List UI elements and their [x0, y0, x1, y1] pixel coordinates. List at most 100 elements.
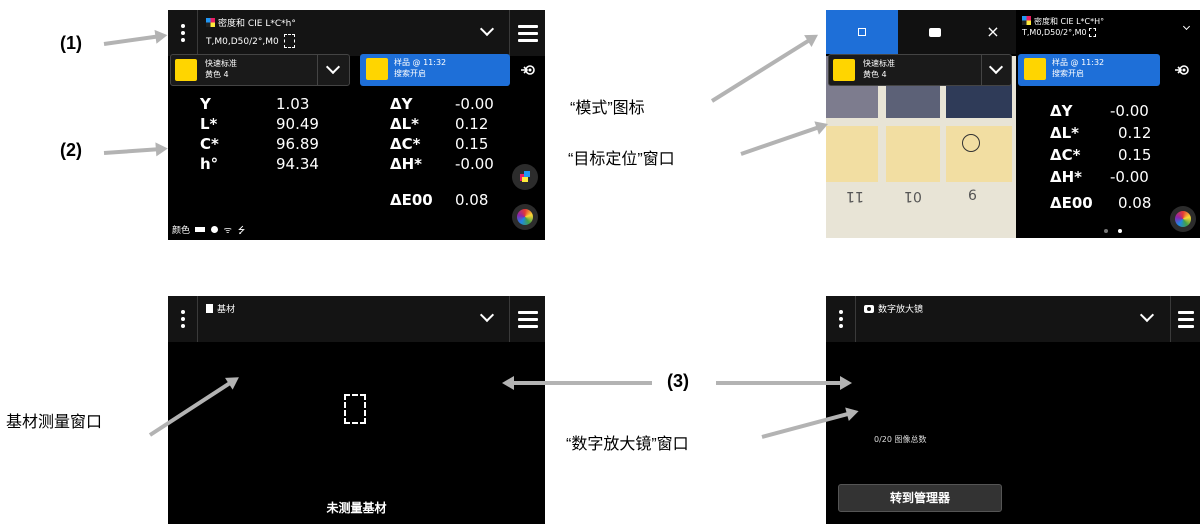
status-bar: 颜色 ᯤ ⭍ — [172, 223, 245, 239]
mode-title: 基材 — [206, 302, 235, 315]
delta-y-value: -0.00 — [1110, 102, 1149, 120]
info-pane: 密度和 CIE L*C*H° T,M0,D50/2°,M0 样品 @ 11:32… — [1016, 10, 1200, 238]
color-wheel-button[interactable] — [512, 204, 538, 230]
delta-e00-label: ΔE00 — [1050, 194, 1093, 212]
more-menu-button[interactable] — [168, 10, 198, 56]
y-value: 1.03 — [276, 95, 310, 113]
image-count: 0/20 图像总数 — [874, 435, 927, 444]
sample-timestamp: 样品 @ 11:32 — [1052, 58, 1105, 67]
ruler-label-2: 01 — [904, 188, 922, 204]
delta-l-label: ΔL* — [1050, 124, 1080, 142]
substrate-placeholder-icon — [344, 394, 366, 424]
delta-h-label: ΔH* — [1050, 168, 1083, 186]
measure-target-icon[interactable] — [520, 62, 536, 78]
substrate-mode-icon — [206, 304, 213, 313]
go-to-manager-button[interactable]: 转到管理器 — [838, 484, 1002, 512]
measurement-conditions: T,M0,D50/2°,M0 — [1022, 28, 1097, 37]
delta-e00-label: ΔE00 — [390, 191, 433, 209]
delta-e00-value: 0.08 — [1118, 194, 1152, 212]
arrow-3-right — [716, 376, 852, 390]
sample-panel[interactable]: 样品 @ 11:32 搜索开启 — [360, 54, 510, 86]
arrow-1 — [103, 34, 158, 46]
color-wheel-button[interactable] — [1170, 206, 1196, 232]
target-mode-icon — [858, 28, 866, 36]
delta-l-value: 0.12 — [1118, 124, 1152, 142]
chevron-down-icon[interactable] — [479, 307, 495, 323]
arrow-2 — [103, 147, 159, 155]
main-menu-button[interactable] — [509, 296, 545, 342]
chevron-down-icon[interactable] — [479, 21, 495, 37]
main-menu-button[interactable] — [1170, 296, 1200, 342]
l-label: L* — [200, 115, 218, 133]
color-wheel-icon — [1175, 211, 1191, 227]
sample-color-swatch — [366, 58, 388, 80]
mode-title: 密度和 CIE L*C*H° — [1022, 16, 1104, 27]
standard-dropdown-button[interactable] — [317, 55, 349, 85]
mode-tab-camera[interactable] — [898, 10, 970, 54]
delta-c-label: ΔC* — [390, 135, 421, 153]
standard-panel[interactable]: 快速标准 黄色 4 — [170, 54, 350, 86]
delta-c-value: 0.15 — [455, 135, 489, 153]
substrate-icon — [283, 34, 295, 48]
sample-color-swatch — [1024, 58, 1046, 80]
sample-panel[interactable]: 样品 @ 11:32 搜索开启 — [1018, 54, 1160, 86]
top-bar: 数字放大镜 — [826, 296, 1200, 342]
yellow-patch-3 — [946, 126, 1012, 182]
substrate-status: 未测量基材 — [326, 501, 387, 515]
page-indicator — [1104, 218, 1123, 237]
density-mode-icon — [1022, 16, 1031, 25]
standard-dropdown-button[interactable] — [981, 55, 1011, 85]
sample-timestamp: 样品 @ 11:32 — [394, 58, 447, 67]
top-bar: 密度和 CIE L*C*h° T,M0,D50/2°,M0 — [168, 10, 545, 56]
delta-c-value: 0.15 — [1118, 146, 1152, 164]
delta-l-label: ΔL* — [390, 115, 420, 133]
close-button[interactable]: × — [970, 10, 1016, 54]
arrow-3-left — [502, 376, 652, 390]
chevron-down-icon[interactable] — [1182, 22, 1191, 31]
yellow-patch-2 — [886, 126, 940, 182]
chevron-down-icon[interactable] — [1139, 307, 1155, 323]
measure-target-icon[interactable] — [1174, 62, 1190, 78]
arrow-target-window — [740, 125, 820, 156]
standard-color-swatch — [833, 59, 855, 81]
sample-search-status: 搜索开启 — [1052, 69, 1084, 78]
color-wheel-icon — [517, 209, 533, 225]
more-menu-button[interactable] — [168, 296, 198, 342]
sample-search-status: 搜索开启 — [394, 69, 426, 78]
delta-l-value: 0.12 — [455, 115, 489, 133]
usb-icon: ⭍ — [237, 226, 246, 236]
wifi-icon: ᯤ — [223, 226, 232, 236]
substrate-icon — [1089, 28, 1097, 37]
ruler-label-3: 6 — [968, 188, 977, 204]
standard-name: 快速标准 — [863, 59, 895, 68]
screen-targeting: 11 01 6 × 快速标准 黄色 4 密度和 CIE L*C*H° T,M0,… — [826, 10, 1200, 238]
callout-1: (1) — [60, 33, 82, 53]
target-icon — [210, 226, 218, 233]
delta-h-value: -0.00 — [1110, 168, 1149, 186]
h-label: h° — [200, 155, 219, 173]
c-value: 96.89 — [276, 135, 319, 153]
color-tools-button[interactable] — [512, 164, 538, 190]
screen-magnifier: 数字放大镜 0/20 图像总数 转到管理器 — [826, 296, 1200, 524]
camera-icon — [929, 28, 941, 37]
y-label: Y — [200, 95, 211, 113]
c-label: C* — [200, 135, 219, 153]
top-bar: 基材 — [168, 296, 545, 342]
l-value: 90.49 — [276, 115, 319, 133]
ruler-label-1: 11 — [846, 188, 864, 204]
main-menu-button[interactable] — [509, 10, 545, 56]
delta-e00-value: 0.08 — [455, 191, 489, 209]
substrate-window-label: 基材测量窗口 — [6, 414, 103, 431]
delta-y-value: -0.00 — [455, 95, 494, 113]
standard-panel[interactable]: 快速标准 黄色 4 — [828, 54, 1012, 86]
target-circle — [962, 134, 980, 152]
measurement-conditions: T,M0,D50/2°,M0 — [206, 34, 295, 48]
delta-y-label: ΔY — [390, 95, 413, 113]
mode-tab-target[interactable] — [826, 10, 898, 54]
standard-color-name: 黄色 4 — [205, 70, 229, 79]
more-menu-button[interactable] — [826, 296, 856, 342]
screen-color-measurement: 密度和 CIE L*C*h° T,M0,D50/2°,M0 快速标准 黄色 4 … — [168, 10, 545, 240]
target-window-label: “目标定位”窗口 — [568, 151, 675, 168]
delta-h-label: ΔH* — [390, 155, 423, 173]
mode-title: 数字放大镜 — [864, 302, 923, 315]
